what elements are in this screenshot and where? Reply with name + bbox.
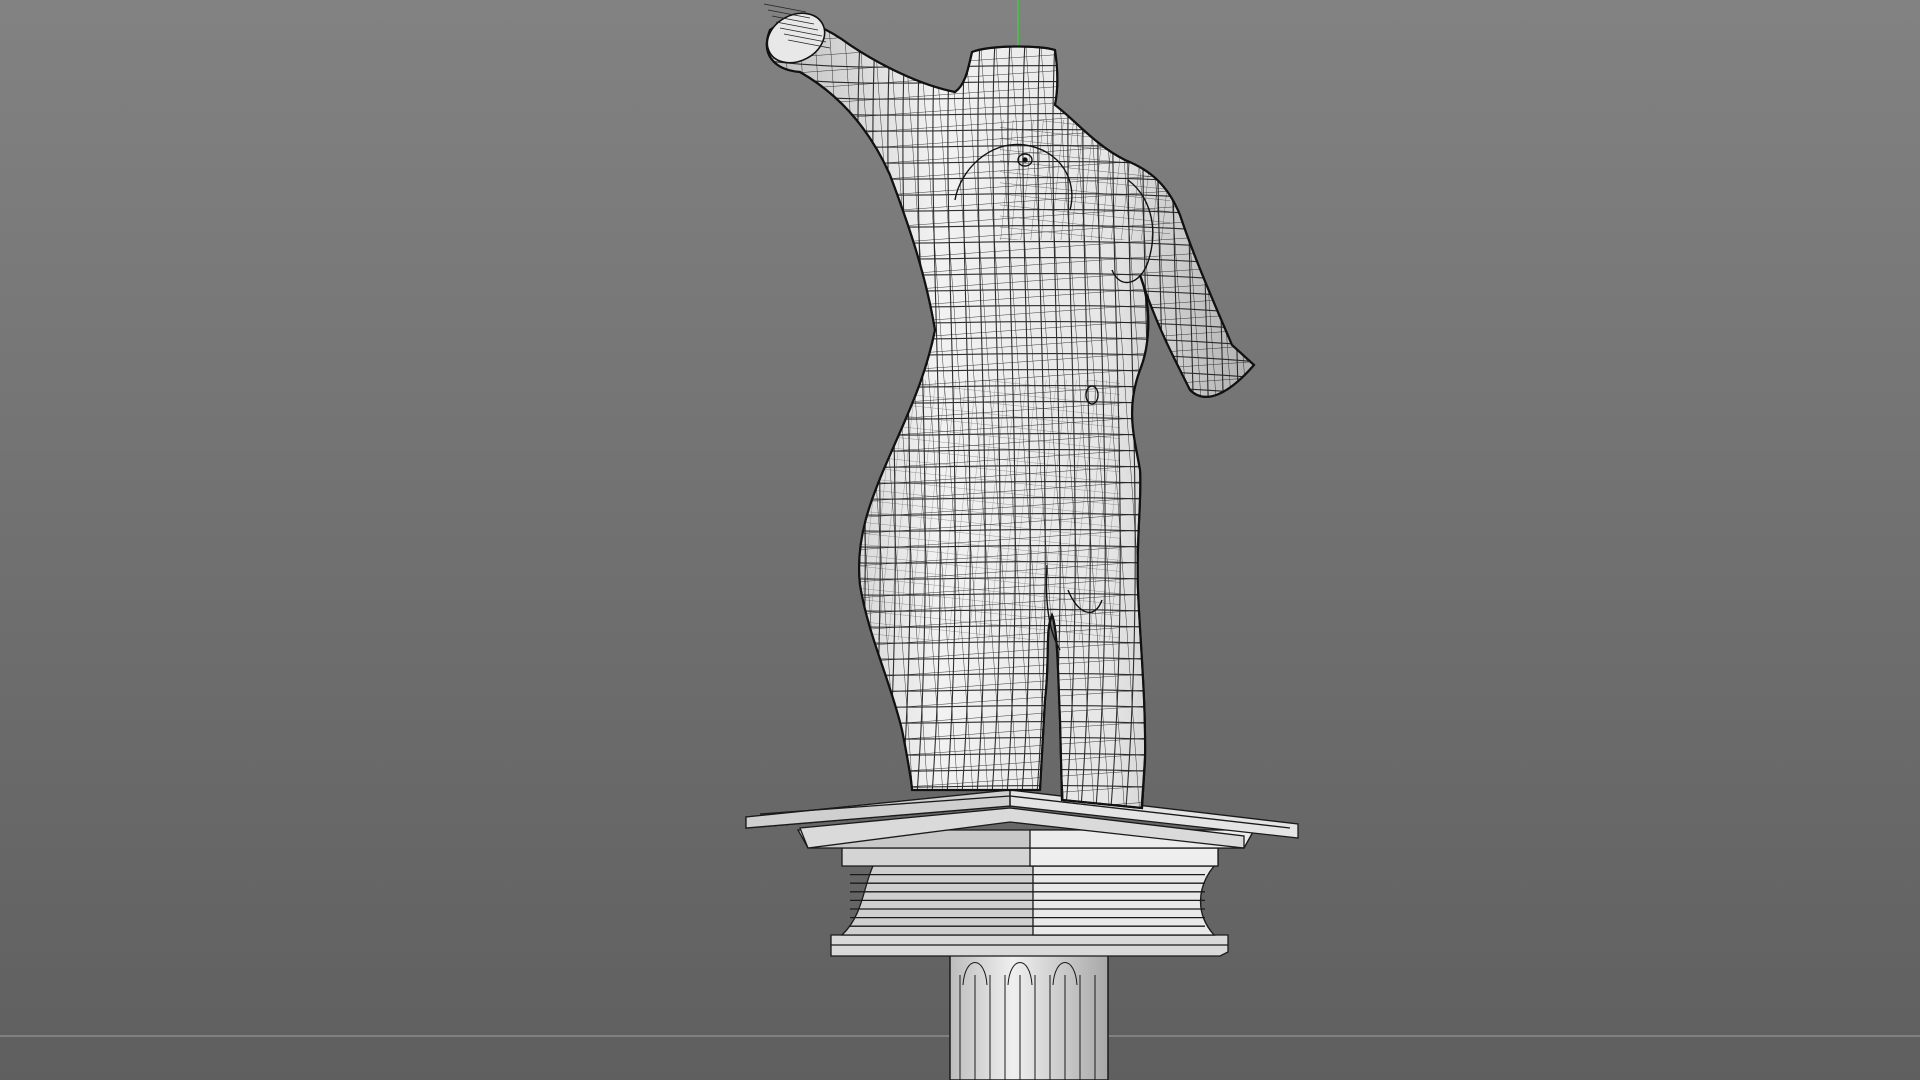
viewport-canvas[interactable] [0, 0, 1920, 1080]
fluted-column-mesh[interactable] [949, 949, 1109, 1080]
3d-viewport[interactable] [0, 0, 1920, 1080]
